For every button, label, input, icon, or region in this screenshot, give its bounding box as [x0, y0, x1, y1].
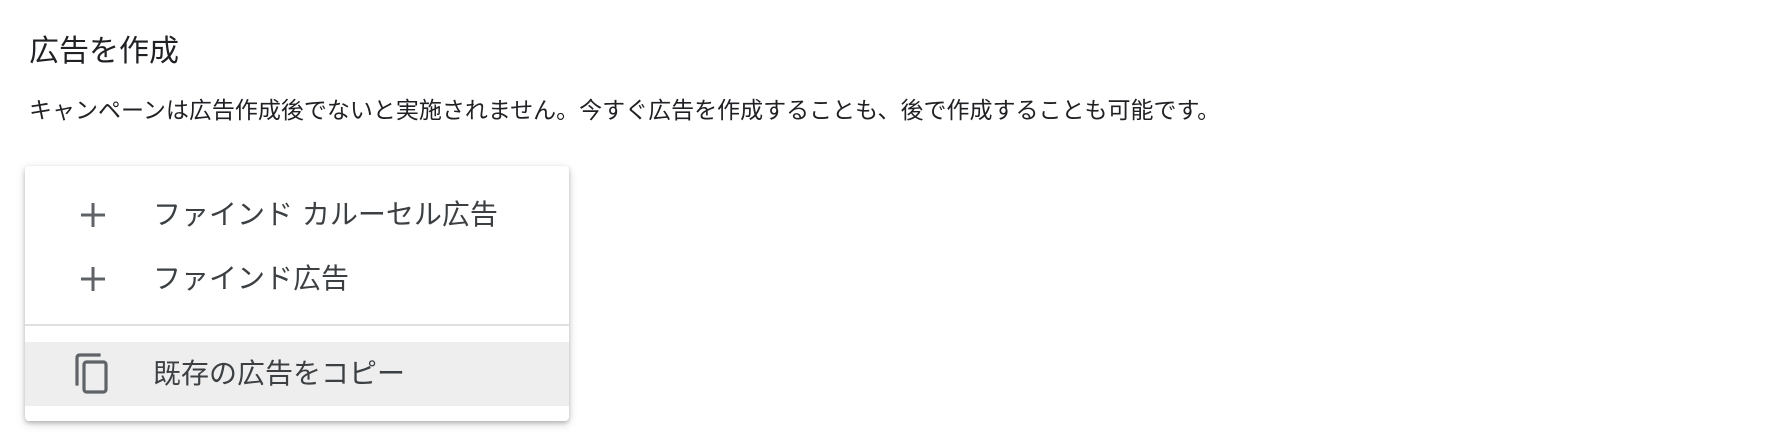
copy-icon [75, 353, 111, 394]
menu-item-find-ad[interactable]: ファインド広告 [25, 247, 569, 311]
menu-item-label: ファインド カルーセル広告 [153, 198, 498, 231]
menu-item-label: ファインド広告 [153, 262, 350, 295]
plus-icon [75, 261, 111, 297]
create-ad-menu: ファインド カルーセル広告 ファインド広告 既存の広告をコピー [25, 166, 569, 421]
plus-icon [75, 197, 111, 233]
menu-divider [25, 324, 569, 326]
menu-item-label: 既存の広告をコピー [153, 357, 406, 390]
menu-item-find-carousel-ad[interactable]: ファインド カルーセル広告 [25, 183, 569, 247]
menu-item-copy-existing-ad[interactable]: 既存の広告をコピー [25, 342, 569, 406]
section-description: キャンペーンは広告作成後でないと実施されません。今すぐ広告を作成することも、後で… [29, 98, 1221, 124]
section-title: 広告を作成 [29, 34, 179, 69]
